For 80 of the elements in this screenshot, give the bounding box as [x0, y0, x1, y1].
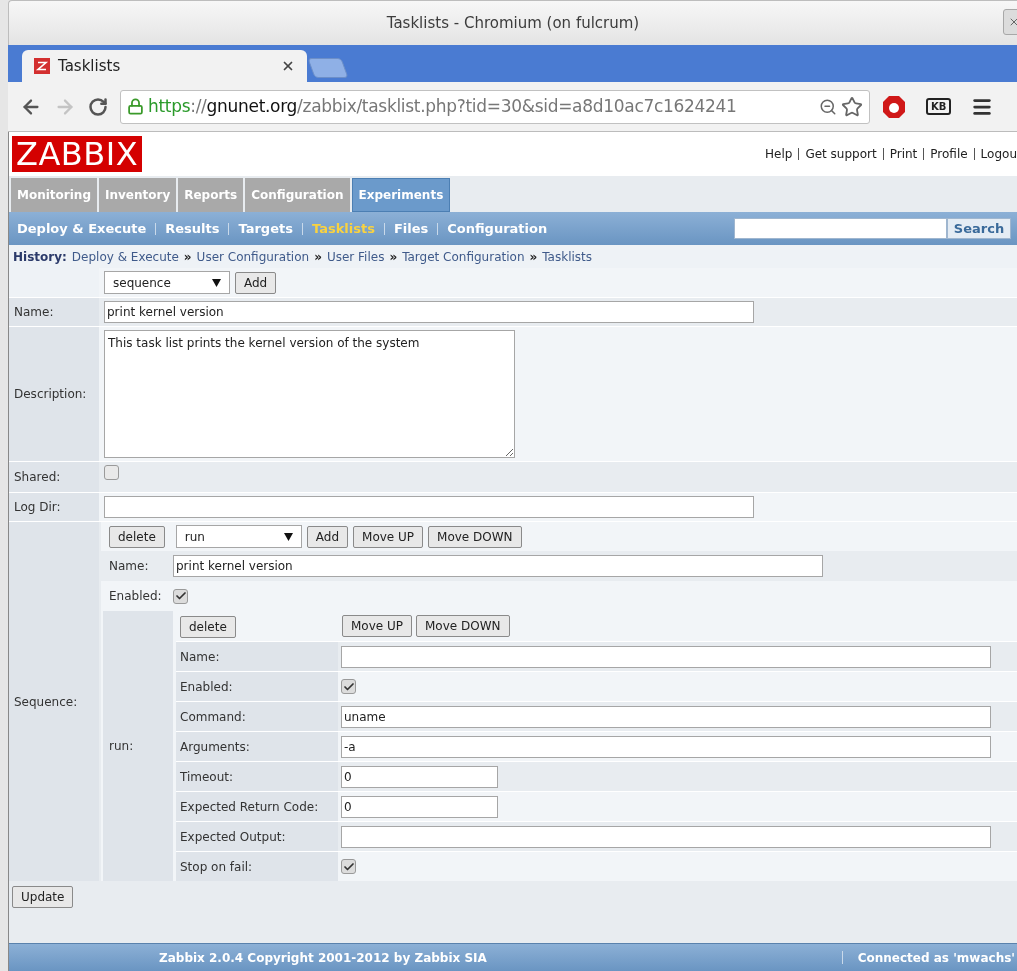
zoom-icon[interactable] [819, 97, 837, 116]
checkbox[interactable] [341, 679, 356, 694]
logo: ZABBIX [12, 136, 143, 172]
lock-icon [127, 98, 144, 115]
reload-icon[interactable] [88, 96, 108, 117]
field-label: Expected Output: [180, 828, 286, 846]
field-label: Timeout: [180, 768, 234, 786]
url-text: https://gnunet.org/zabbix/tasklist.php?tid=30&sid=a8d10ac7c1624241 [148, 94, 737, 118]
update-button[interactable]: Update [12, 886, 74, 908]
history-link[interactable]: Target Configuration [402, 247, 525, 266]
text-field[interactable]: 0 [341, 795, 498, 818]
field-label: Name: [180, 648, 220, 666]
dropdown-select[interactable]: sequence [104, 271, 230, 294]
text-field[interactable]: -a [341, 735, 991, 758]
extension-badge[interactable]: KB [926, 98, 952, 115]
tab-title: Tasklists [58, 55, 122, 77]
dropdown-select[interactable]: run [175, 525, 302, 548]
close-tab-icon[interactable] [281, 59, 295, 73]
checkmark-icon [342, 860, 355, 873]
header-link[interactable]: Print [889, 145, 918, 163]
field-label: Stop on fail: [180, 858, 253, 876]
checkmark-icon [342, 680, 355, 693]
text-field[interactable] [341, 825, 991, 848]
text-field[interactable] [341, 645, 991, 668]
history-link[interactable]: User Files [326, 247, 385, 266]
field-label: run: [109, 738, 134, 755]
field-label: Command: [180, 708, 246, 726]
history-label: History: [13, 248, 67, 266]
checkbox[interactable] [341, 859, 356, 874]
text-field[interactable]: uname [341, 705, 991, 728]
checkmark-icon [174, 590, 187, 602]
add-button[interactable]: Add [235, 271, 277, 294]
search-button[interactable]: Search [947, 218, 1011, 239]
header-link[interactable]: Logou [980, 145, 1017, 163]
move-down-button[interactable]: Move DOWN [428, 525, 522, 548]
field-label: Description: [14, 386, 87, 403]
field-label: Name: [108, 558, 150, 575]
field-label: Name: [14, 304, 54, 321]
field-label: Arguments: [180, 738, 250, 756]
checkbox[interactable] [104, 465, 119, 480]
breadcrumb-separator: » [389, 248, 398, 266]
header-link[interactable]: Get support [805, 145, 877, 163]
address-bar[interactable]: https://gnunet.org/zabbix/tasklist.php?tid=30&sid=a8d10ac7c1624241 [120, 89, 870, 124]
checkbox[interactable] [173, 588, 188, 604]
field-label: Enabled: [108, 588, 163, 605]
header-link[interactable]: Profile [930, 145, 968, 163]
window-title: Tasklists - Chromium (on fulcrum) [386, 12, 640, 34]
stop-sign-icon[interactable] [882, 94, 906, 119]
field-label: Sequence: [14, 693, 78, 711]
move-down-button[interactable]: Move DOWN [416, 615, 510, 637]
field-label: Enabled: [180, 678, 233, 696]
text-field[interactable]: print kernel version [104, 301, 754, 323]
star-icon[interactable] [841, 95, 863, 118]
close-icon [1008, 16, 1017, 28]
text-field[interactable]: 0 [341, 765, 498, 788]
add-button[interactable]: Add [306, 525, 349, 548]
move-up-button[interactable]: Move UP [342, 615, 412, 637]
history-link[interactable]: Tasklists [542, 247, 593, 266]
footer-copyright: Zabbix 2.0.4 Copyright 2001-2012 by Zabbix SIA [159, 949, 487, 967]
description-textarea[interactable]: This task list prints the kernel version of the system [104, 330, 515, 458]
header-link[interactable]: Help [765, 145, 793, 163]
history-link[interactable]: Deploy & Execute [71, 247, 179, 266]
text-field[interactable] [104, 496, 754, 518]
text-field[interactable]: print kernel version [173, 555, 823, 577]
breadcrumb-separator: » [529, 248, 538, 266]
history-link[interactable]: User Configuration [196, 247, 310, 266]
delete-button[interactable]: delete [180, 616, 236, 638]
breadcrumb-separator: » [314, 248, 322, 266]
field-label: Shared: [14, 469, 61, 486]
browser-tab[interactable]: Tasklists [22, 50, 307, 82]
favicon-icon [34, 58, 50, 74]
footer-user: Connected as 'mwachs' [857, 949, 1015, 967]
field-label: Expected Return Code: [180, 798, 319, 816]
dropdown-arrow-icon [283, 532, 293, 541]
breadcrumb-separator: » [183, 248, 192, 266]
field-label: Log Dir: [14, 499, 61, 516]
dropdown-arrow-icon [212, 278, 221, 287]
search-field[interactable] [734, 218, 947, 239]
delete-button[interactable]: delete [109, 525, 165, 548]
move-up-button[interactable]: Move UP [353, 525, 424, 548]
